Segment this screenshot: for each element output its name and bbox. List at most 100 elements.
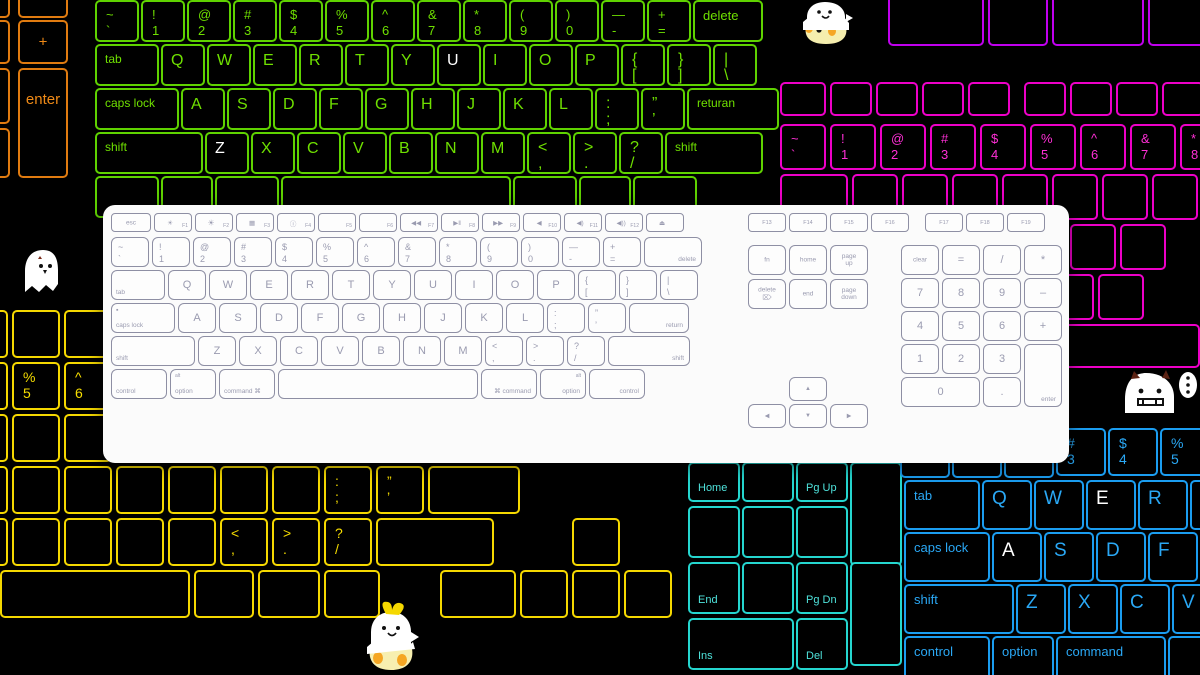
magic-key-num-4[interactable]: $4: [275, 237, 313, 267]
key-num-5[interactable]: % 5: [325, 0, 369, 42]
key-g[interactable]: G: [365, 88, 409, 130]
key-k13[interactable]: | \: [713, 44, 757, 86]
key-k-t[interactable]: T: [1190, 480, 1200, 530]
key-tab[interactable]: tab: [95, 44, 159, 86]
magic-key-num[interactable]: + =: [603, 237, 641, 267]
magic-key-nav-3[interactable]: delete ⌦: [748, 279, 786, 309]
key-punct-2[interactable]: <,: [220, 518, 268, 566]
key-b[interactable]: B: [389, 132, 433, 174]
key-k-x[interactable]: X: [1068, 584, 1118, 634]
key-num-8[interactable]: * 8: [1180, 124, 1200, 170]
apple-magic-keyboard[interactable]: esc ☀ F1 ☀ F2 ▦ F3 ⓘ F4 F5 F6 ◀◀ F7 ▶‖ F8 ▶▶ F9 ◀ F10 ◀) F11…: [103, 205, 1069, 463]
magic-key-numpad-7[interactable]: 7: [901, 278, 939, 308]
key-teal-enter[interactable]: [850, 562, 902, 666]
key-k-s[interactable]: S: [1044, 532, 1094, 582]
key-h11[interactable]: ”’: [641, 88, 685, 130]
key-teal-4[interactable]: [688, 506, 740, 558]
magic-key-num[interactable]: ~ `: [111, 237, 149, 267]
key-k-d[interactable]: D: [1096, 532, 1146, 582]
magic-key-numpad-3[interactable]: 3: [983, 344, 1021, 374]
magic-key-numpad-enter[interactable]: enter: [1024, 344, 1062, 407]
key-h10[interactable]: :;: [595, 88, 639, 130]
key-e[interactable]: E: [253, 44, 297, 86]
key-yellow-blank-r2[interactable]: [0, 518, 8, 566]
magic-key-h[interactable]: H: [383, 303, 421, 333]
key-yellow-blank-r1[interactable]: [0, 466, 8, 514]
key-k-g[interactable]: [64, 466, 112, 514]
magic-key-nav-5[interactable]: page down: [830, 279, 868, 309]
magic-key-play-pause-icon[interactable]: ▶‖ F8: [441, 213, 479, 232]
key-fn-f4[interactable]: [968, 82, 1010, 116]
key-enter[interactable]: [428, 466, 520, 514]
magic-key-k13[interactable]: | \: [660, 270, 698, 300]
magic-key-arrow-left[interactable]: ◀: [748, 404, 786, 428]
magic-key-nav-0[interactable]: fn: [748, 245, 786, 275]
magic-key-k12[interactable]: }]: [619, 270, 657, 300]
key-orange-left-2[interactable]: [0, 68, 10, 124]
magic-key-numpad-key[interactable]: /: [983, 245, 1021, 275]
magic-key-num-9[interactable]: (9: [480, 237, 518, 267]
key-num[interactable]: + =: [647, 0, 691, 42]
magic-key-num-8[interactable]: * 8: [439, 237, 477, 267]
key-teal-1[interactable]: End: [688, 562, 740, 614]
key-num-7[interactable]: & 7: [1130, 124, 1176, 170]
magic-key-numpad-2[interactable]: 2: [942, 344, 980, 374]
key-yellow-n-0[interactable]: [0, 362, 8, 410]
key-k-z[interactable]: Z: [1016, 584, 1066, 634]
magic-key-fkey-f17[interactable]: F17: [925, 213, 963, 232]
magic-key-z[interactable]: Z: [198, 336, 236, 366]
key-num-8[interactable]: * 8: [463, 0, 507, 42]
key-punct-0[interactable]: :;: [324, 466, 372, 514]
magic-key-numpad-key[interactable]: –: [1024, 278, 1062, 308]
key-l[interactable]: L: [549, 88, 593, 130]
key-control[interactable]: [888, 0, 984, 46]
key-k-f[interactable]: [12, 466, 60, 514]
key-k12[interactable]: }]: [667, 44, 711, 86]
magic-key-brightness-up-icon[interactable]: ☀ F2: [195, 213, 233, 232]
key-arrow-up[interactable]: [572, 518, 620, 566]
key-purple-extra[interactable]: [1148, 0, 1200, 46]
key-teal-home[interactable]: Home: [688, 462, 740, 502]
key-fn-f8[interactable]: [1162, 82, 1200, 116]
magic-key-num-7[interactable]: & 7: [398, 237, 436, 267]
key-num-9[interactable]: (9: [509, 0, 553, 42]
key-num-6[interactable]: ^ 6: [1080, 124, 1126, 170]
magic-key-mission-control-icon[interactable]: ▦ F3: [236, 213, 274, 232]
magic-key-y[interactable]: Y: [373, 270, 411, 300]
key-num-7[interactable]: & 7: [417, 0, 461, 42]
magic-key-u[interactable]: U: [414, 270, 452, 300]
magic-key-f[interactable]: F: [301, 303, 339, 333]
key-k-m[interactable]: [1098, 274, 1144, 320]
key-fn-esc[interactable]: [780, 82, 826, 116]
key-n[interactable]: N: [435, 132, 479, 174]
key-s9[interactable]: >.: [573, 132, 617, 174]
key-num-3[interactable]: #3: [233, 0, 277, 42]
key-t[interactable]: T: [345, 44, 389, 86]
key-k-v[interactable]: V: [1172, 584, 1200, 634]
key-teal-1[interactable]: [742, 462, 794, 502]
key-p[interactable]: P: [575, 44, 619, 86]
magic-key-key[interactable]: >.: [526, 336, 564, 366]
magic-key-space[interactable]: [278, 369, 478, 399]
key-w[interactable]: W: [207, 44, 251, 86]
key-k-caps-lock[interactable]: caps lock: [904, 532, 990, 582]
key-k-control[interactable]: control: [904, 636, 990, 675]
key-teal-3[interactable]: Pg Dn: [796, 562, 848, 614]
key-o[interactable]: O: [529, 44, 573, 86]
key-teal[interactable]: [850, 462, 902, 566]
key-blue-space[interactable]: [1168, 636, 1200, 675]
key-caps-lock[interactable]: caps lock: [95, 88, 179, 130]
magic-key-c[interactable]: C: [280, 336, 318, 366]
magic-key-numpad-5[interactable]: 5: [942, 311, 980, 341]
magic-key-nav-1[interactable]: home: [789, 245, 827, 275]
magic-key-return[interactable]: return: [629, 303, 689, 333]
key-num-4[interactable]: $4: [279, 0, 323, 42]
key-shift[interactable]: shift: [665, 132, 763, 174]
key-k-j[interactable]: [168, 466, 216, 514]
key-orange-left-1[interactable]: [0, 20, 10, 64]
key-num[interactable]: — -: [601, 0, 645, 42]
key-teal-del[interactable]: Del: [796, 618, 848, 670]
key-teal-0[interactable]: Ins: [688, 618, 794, 670]
key-orange-top[interactable]: [18, 0, 68, 18]
magic-key-control[interactable]: control: [589, 369, 645, 399]
